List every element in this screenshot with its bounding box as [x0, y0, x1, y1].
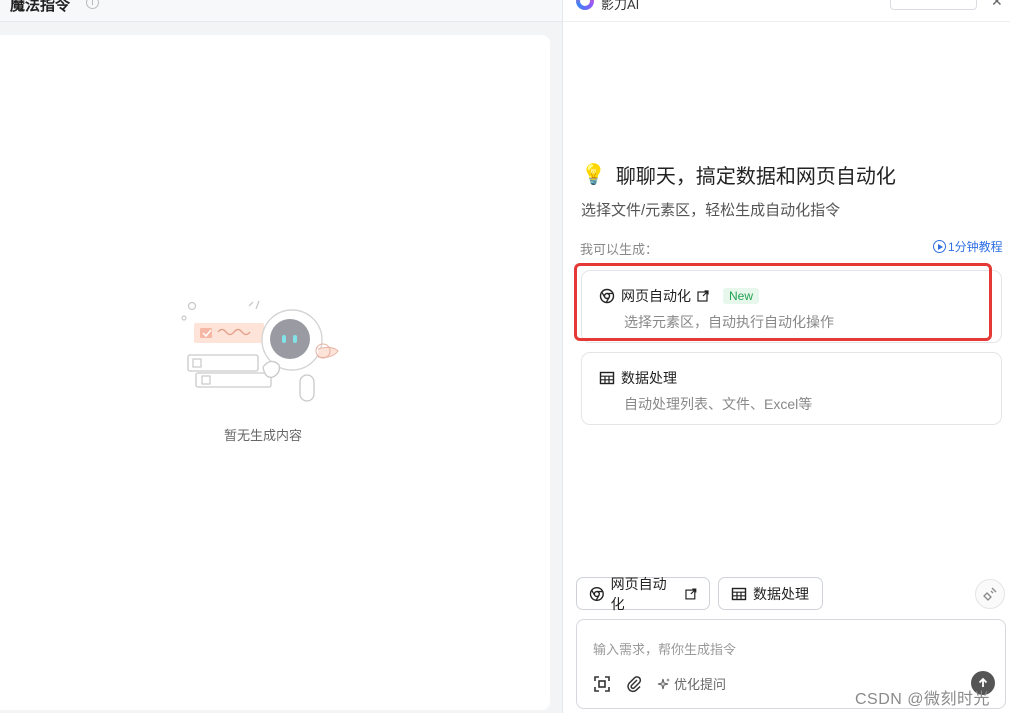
- ai-assistant-panel: 影刀AI ✕ 💡 聊聊天，搞定数据和网页自动化 选择文件/元素区，轻松生成自动化…: [562, 0, 1010, 713]
- external-link-icon: [697, 290, 709, 302]
- lightbulb-icon: 💡: [581, 164, 606, 186]
- chip-data-processing[interactable]: 数据处理: [718, 577, 823, 610]
- empty-state-text: 暂无生成内容: [223, 428, 302, 443]
- chip-label: 数据处理: [753, 585, 809, 602]
- option-title-row: 数据处理: [599, 368, 677, 388]
- chip-label: 网页自动化: [610, 575, 667, 612]
- option-card-data-processing[interactable]: 数据处理 自动处理列表、文件、Excel等: [581, 352, 1002, 425]
- generate-label: 我可以生成：: [580, 242, 659, 257]
- tutorial-link[interactable]: 1分钟教程: [933, 238, 1003, 255]
- clear-chat-button[interactable]: [975, 579, 1005, 609]
- option-title-row: 网页自动化 New: [599, 286, 760, 306]
- brand-logo-icon: [576, 0, 594, 10]
- new-badge: New: [723, 288, 760, 304]
- panel-title: 魔法指令: [10, 0, 71, 14]
- left-pane: 魔法指令 i 暂无生成内容: [0, 0, 562, 713]
- sparkle-icon: [657, 677, 670, 689]
- welcome-subtitle: 选择文件/元素区，轻松生成自动化指令: [581, 202, 841, 219]
- option-description: 选择元素区，自动执行自动化操作: [624, 314, 834, 330]
- left-header: 魔法指令 i: [0, 0, 562, 22]
- table-icon: [731, 587, 747, 600]
- broom-icon: [983, 587, 997, 601]
- option-title: 网页自动化: [621, 288, 691, 304]
- screenshot-select-icon[interactable]: [591, 673, 613, 695]
- info-icon[interactable]: i: [86, 0, 99, 9]
- chrome-icon: [599, 288, 615, 304]
- welcome-title: 💡 聊聊天，搞定数据和网页自动化: [581, 160, 896, 189]
- prompt-input[interactable]: [593, 638, 983, 660]
- tutorial-link-text: 1分钟教程: [948, 240, 1003, 254]
- header-action-button[interactable]: [890, 0, 977, 10]
- close-icon[interactable]: ✕: [991, 0, 1003, 10]
- paperclip-icon[interactable]: [623, 673, 645, 695]
- option-title: 数据处理: [621, 370, 677, 386]
- optimize-prompt-button[interactable]: 优化提问: [657, 674, 726, 693]
- option-card-web-automation[interactable]: 网页自动化 New 选择元素区，自动执行自动化操作: [581, 270, 1002, 343]
- chip-web-automation[interactable]: 网页自动化: [576, 576, 710, 612]
- chrome-icon: [589, 586, 604, 601]
- robot-illustration-icon: [181, 300, 339, 402]
- brand-name: 影刀AI: [601, 0, 640, 12]
- welcome-title-text: 聊聊天，搞定数据和网页自动化: [615, 166, 896, 188]
- assistant-header: 影刀AI ✕: [563, 0, 1010, 22]
- watermark: CSDN @微刻时光: [855, 691, 991, 708]
- optimize-label: 优化提问: [674, 677, 727, 692]
- play-circle-icon: [933, 240, 946, 253]
- table-icon: [599, 371, 615, 385]
- external-link-icon: [685, 588, 697, 599]
- option-description: 自动处理列表、文件、Excel等: [624, 396, 813, 412]
